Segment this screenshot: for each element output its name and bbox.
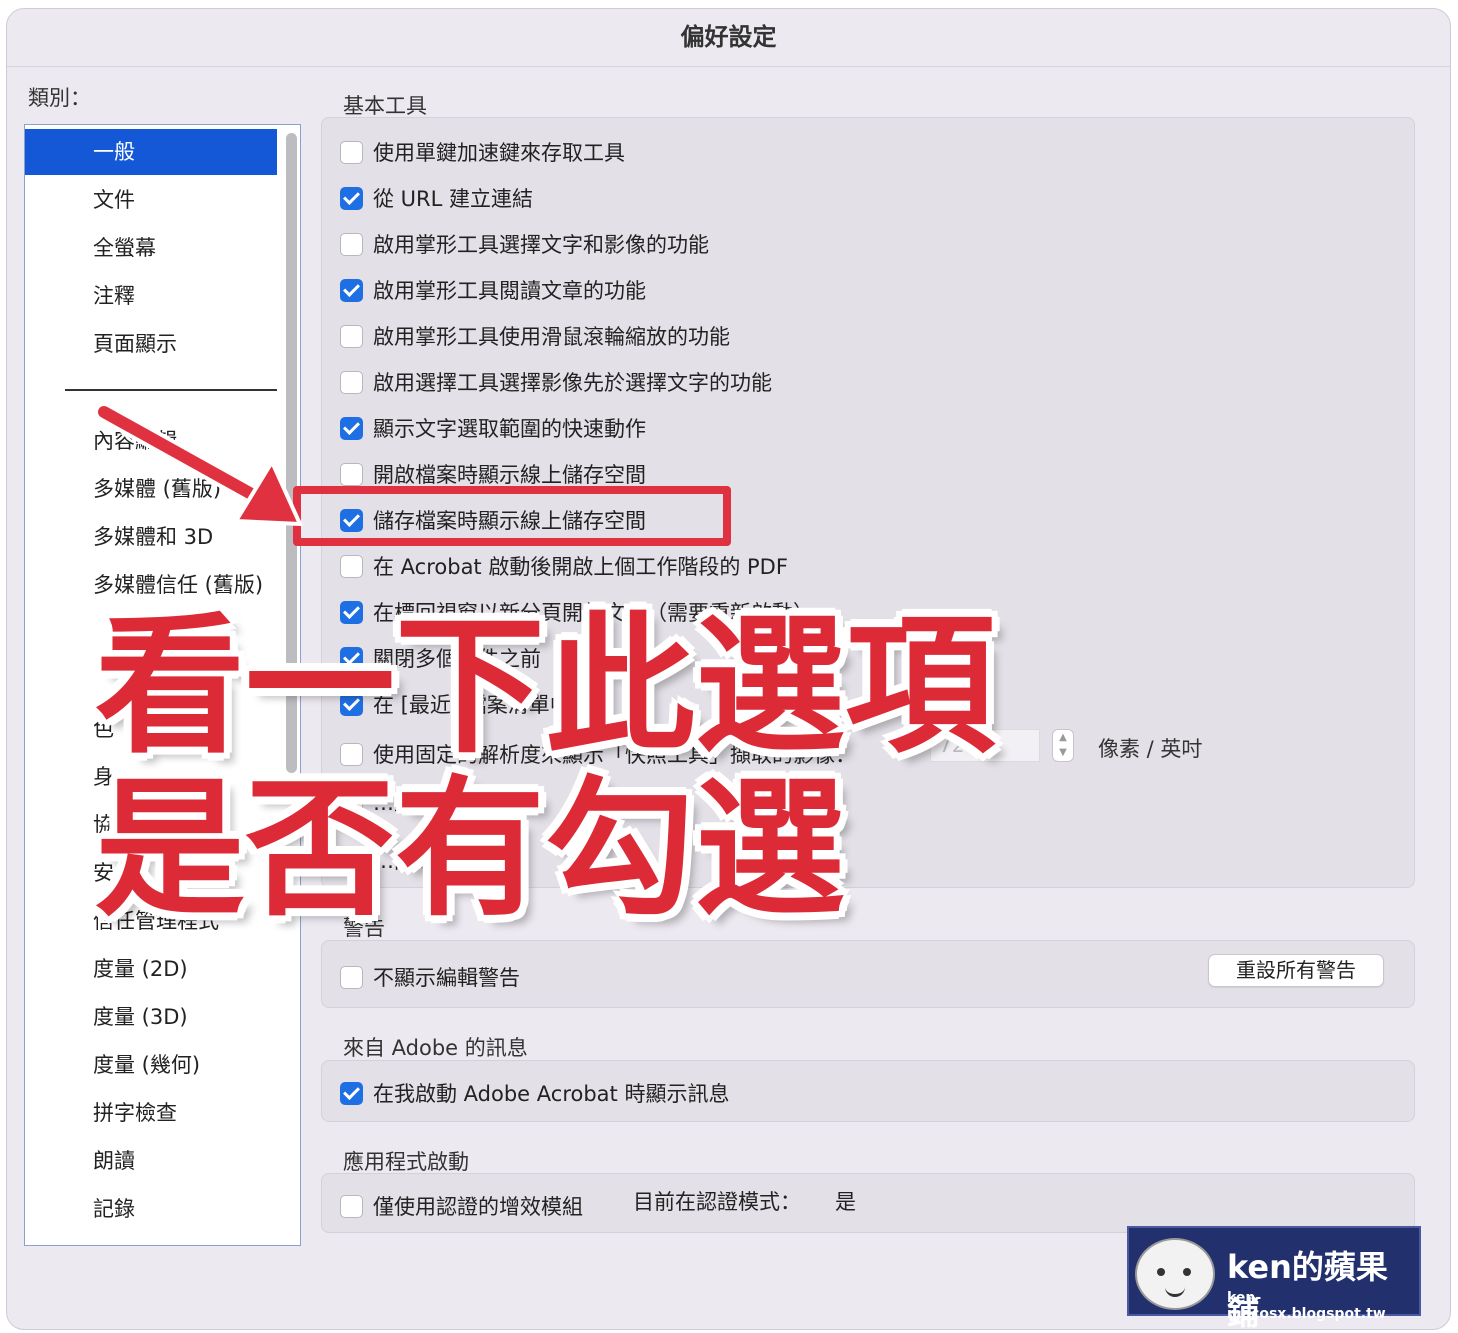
basic-tool-option[interactable]: 啟用掌形工具使用滑鼠滾輪縮放的功能 [340, 321, 730, 351]
category-item-general[interactable]: 一般 [25, 129, 277, 175]
section-title-app-startup: 應用程式啟動 [343, 1150, 469, 1174]
option-label: 啟用掌形工具使用滑鼠滾輪縮放的功能 [373, 325, 730, 349]
resolution-unit-label: 像素 / 英吋 [1098, 737, 1203, 761]
category-item[interactable]: 多媒體 (舊版) [25, 466, 277, 512]
option-certified-plugins[interactable]: 僅使用認證的增效模組 [340, 1191, 583, 1221]
reset-all-warnings-button[interactable]: 重設所有警告 [1208, 954, 1384, 987]
checkbox[interactable] [340, 370, 363, 394]
option-label: 開啟檔案時顯示線上儲存空間 [373, 463, 646, 487]
basic-tool-option[interactable]: 使用單鍵加速鍵來存取工具 [340, 137, 625, 167]
checkbox[interactable] [340, 232, 363, 256]
section-title-basic-tools: 基本工具 [343, 94, 427, 118]
basic-tool-option[interactable]: 在 Acrobat 啟動後開啟上個工作階段的 PDF [340, 551, 788, 581]
basic-tool-option[interactable]: 啟用選擇工具選擇影像先於選擇文字的功能 [340, 367, 772, 397]
checkbox[interactable] [340, 1081, 363, 1105]
basic-tool-option[interactable]: 啟用掌形工具選擇文字和影像的功能 [340, 229, 709, 259]
category-item-documents[interactable]: 文件 [25, 177, 277, 223]
basic-tool-option[interactable]: 從 URL 建立連結 [340, 183, 533, 213]
certified-mode-value: 是 [835, 1190, 856, 1214]
category-item-full-screen[interactable]: 全螢幕 [25, 225, 277, 271]
option-show-messages[interactable]: 在我啟動 Adobe Acrobat 時顯示訊息 [340, 1078, 729, 1108]
category-label: 類別： [28, 86, 91, 110]
annotation-line-1: 看一下此選項 [95, 600, 996, 774]
avatar-face-icon [1135, 1238, 1215, 1310]
checkbox[interactable] [340, 416, 363, 440]
option-label: 啟用掌形工具選擇文字和影像的功能 [373, 233, 709, 257]
watermark-logo: ken的蘋果鋪 ken-macosx.blogspot.tw [1127, 1226, 1421, 1332]
option-label: 啟用掌形工具閱讀文章的功能 [373, 279, 646, 303]
checkbox[interactable] [340, 324, 363, 348]
category-item[interactable]: 朗讀 [25, 1138, 277, 1184]
basic-tool-option[interactable]: 顯示文字選取範圍的快速動作 [340, 413, 646, 443]
checkbox[interactable] [340, 278, 363, 302]
category-item[interactable]: 多媒體和 3D [25, 514, 277, 560]
checkbox[interactable] [340, 186, 363, 210]
category-item[interactable]: 內容編輯 [25, 418, 277, 464]
option-label: 使用單鍵加速鍵來存取工具 [373, 141, 625, 165]
category-item[interactable]: 度量 (幾何) [25, 1042, 277, 1088]
certified-mode-label: 目前在認證模式： [633, 1190, 801, 1214]
checkbox[interactable] [340, 140, 363, 164]
option-label: 在 Acrobat 啟動後開啟上個工作階段的 PDF [373, 555, 788, 579]
option-label: 啟用選擇工具選擇影像先於選擇文字的功能 [373, 371, 772, 395]
section-title-adobe-messages: 來自 Adobe 的訊息 [343, 1036, 528, 1060]
window-title: 偏好設定 [7, 9, 1450, 67]
option-label: 從 URL 建立連結 [373, 187, 534, 211]
category-separator [65, 389, 277, 391]
category-item[interactable]: 拼字檢查 [25, 1090, 277, 1136]
annotation-line-2: 是否有勾選 [95, 763, 846, 937]
category-item-comments[interactable]: 注釋 [25, 273, 277, 319]
category-item[interactable]: 度量 (3D) [25, 994, 277, 1040]
resolution-stepper[interactable]: ▲ ▼ [1052, 729, 1074, 762]
watermark-url: ken-macosx.blogspot.tw [1227, 1290, 1386, 1322]
checkbox[interactable] [340, 965, 363, 989]
category-item[interactable]: 動作精靈 [25, 1234, 277, 1245]
checkbox[interactable] [340, 462, 363, 486]
option-no-edit-warning[interactable]: 不顯示編輯警告 [340, 962, 520, 992]
category-item[interactable]: 記錄 [25, 1186, 277, 1232]
category-item-page-display[interactable]: 頁面顯示 [25, 321, 277, 367]
highlight-box [293, 486, 731, 546]
checkbox[interactable] [340, 1194, 363, 1218]
checkbox[interactable] [340, 554, 363, 578]
basic-tool-option[interactable]: 開啟檔案時顯示線上儲存空間 [340, 459, 646, 489]
category-item[interactable]: 度量 (2D) [25, 946, 277, 992]
basic-tool-option[interactable]: 啟用掌形工具閱讀文章的功能 [340, 275, 646, 305]
option-label: 顯示文字選取範圍的快速動作 [373, 417, 646, 441]
